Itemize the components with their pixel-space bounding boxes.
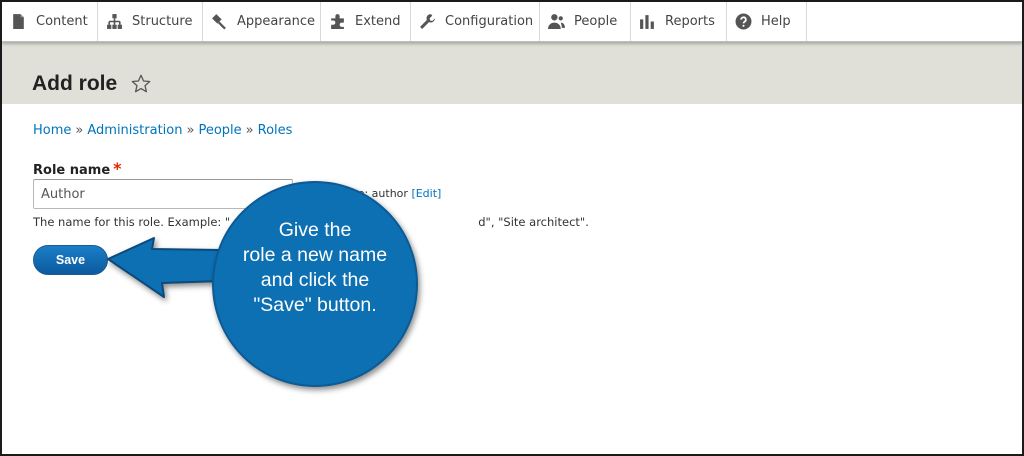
machine-name-edit-link[interactable]: [Edit]	[411, 187, 441, 200]
role-name-label: Role name *	[33, 159, 122, 178]
breadcrumb-separator: »	[75, 123, 84, 138]
toolbar-item-help[interactable]: Help	[727, 2, 807, 41]
annotation-line: and click the	[260, 269, 370, 291]
toolbar-item-label: Appearance	[237, 14, 316, 29]
toolbar-item-structure[interactable]: Structure	[98, 2, 203, 41]
role-name-label-text: Role name	[33, 163, 111, 178]
breadcrumb: Home» Administration» People» Roles	[33, 123, 292, 138]
breadcrumb-administration[interactable]: Administration	[87, 123, 182, 138]
toolbar-item-label: Configuration	[445, 14, 534, 29]
appearance-icon	[212, 14, 226, 30]
reports-icon	[640, 15, 654, 29]
annotation-line: "Save" button.	[253, 294, 377, 316]
toolbar-item-people[interactable]: People	[540, 2, 631, 41]
toolbar-item-label: Content	[36, 14, 88, 29]
breadcrumb-roles[interactable]: Roles	[258, 123, 293, 138]
machine-name-text: me: author	[347, 187, 408, 200]
toolbar-item-label: Structure	[132, 14, 193, 29]
annotation-text: Give the role a new name and click the "…	[222, 218, 408, 318]
toolbar-item-extend[interactable]: Extend	[321, 2, 411, 41]
annotation-line: Give the	[278, 219, 352, 241]
breadcrumb-separator: »	[186, 123, 195, 138]
save-button[interactable]: Save	[33, 245, 108, 275]
required-marker: *	[113, 159, 122, 178]
page-title: Add role	[32, 72, 118, 95]
role-name-input[interactable]	[33, 179, 293, 209]
toolbar-item-reports[interactable]: Reports	[631, 2, 727, 41]
toolbar-item-content[interactable]: Content	[2, 2, 98, 41]
toolbar-item-label: Extend	[355, 14, 401, 29]
structure-icon	[107, 14, 122, 29]
breadcrumb-home[interactable]: Home	[33, 123, 71, 138]
toolbar-item-label: Reports	[665, 14, 715, 29]
configuration-icon	[420, 14, 435, 29]
description-end: d", "Site architect".	[478, 215, 589, 229]
content-icon	[13, 14, 24, 29]
description-start: The name for this role. Example: "	[33, 215, 231, 229]
toolbar-item-label: People	[574, 14, 618, 29]
toolbar-item-configuration[interactable]: Configuration	[411, 2, 540, 41]
breadcrumb-separator: »	[245, 123, 254, 138]
people-icon	[548, 14, 565, 29]
help-icon	[735, 13, 752, 30]
browser-frame: Content Structure Appearance Extend Conf…	[0, 0, 1024, 456]
breadcrumb-people[interactable]: People	[198, 123, 241, 138]
admin-toolbar: Content Structure Appearance Extend Conf…	[2, 2, 1022, 42]
annotation-line: role a new name	[242, 244, 388, 266]
star-outline-icon[interactable]	[130, 73, 152, 95]
page-header	[2, 42, 1022, 104]
toolbar-item-label: Help	[761, 14, 791, 29]
extend-icon	[331, 14, 344, 29]
toolbar-item-appearance[interactable]: Appearance	[203, 2, 321, 41]
machine-name: me: author [Edit]	[347, 187, 441, 200]
